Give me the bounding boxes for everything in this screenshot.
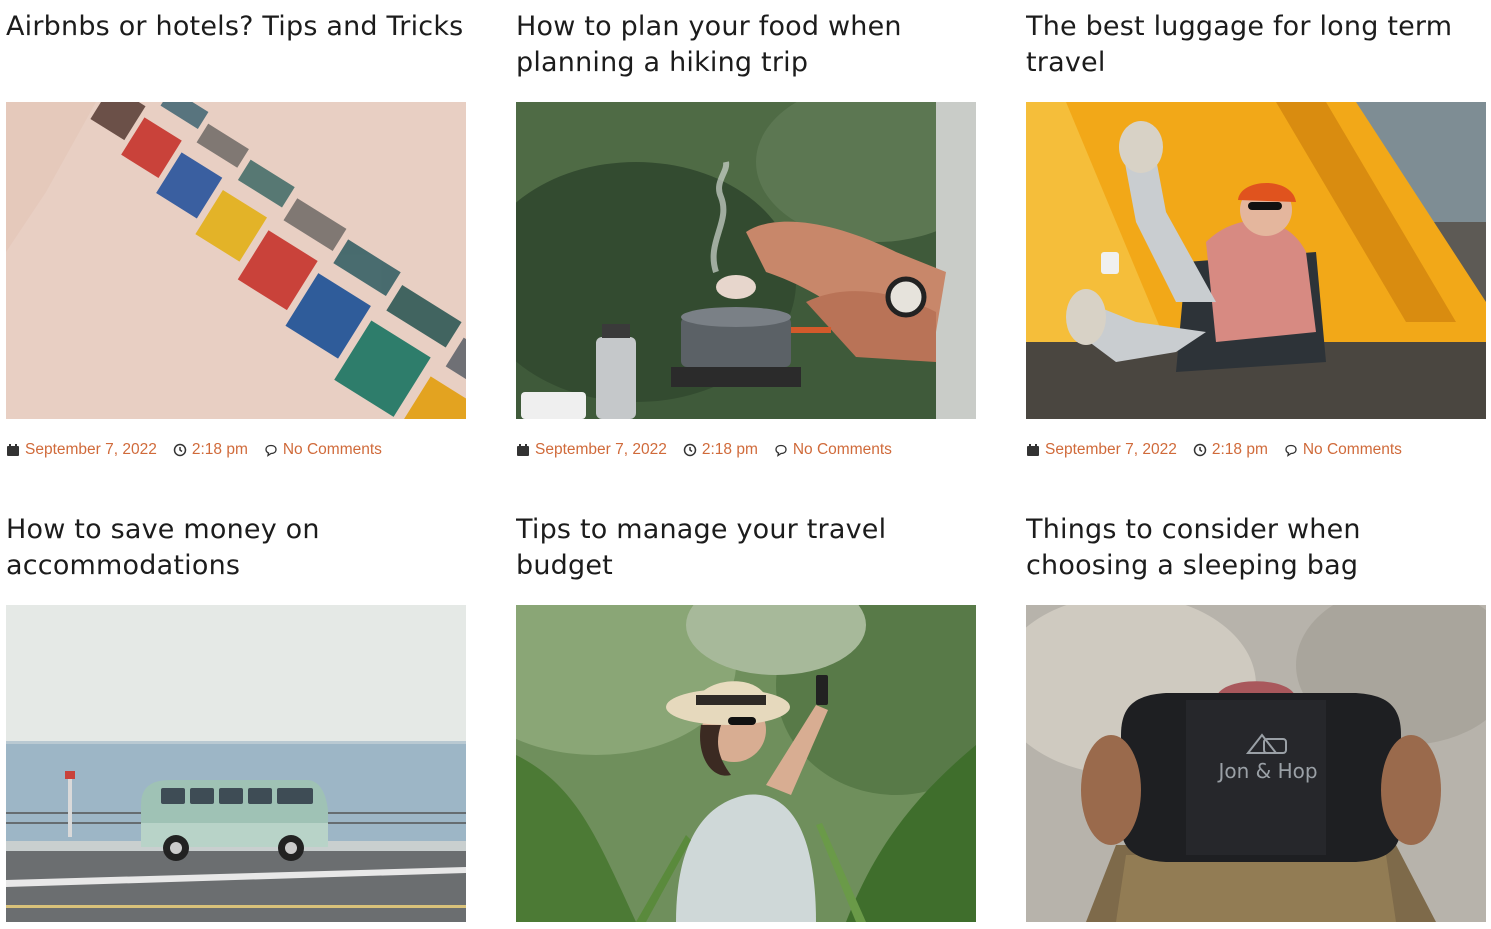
post-date-link[interactable]: September 7, 2022 (25, 441, 157, 459)
post-comments[interactable]: No Comments (774, 441, 892, 459)
post-comments-link[interactable]: No Comments (793, 441, 892, 459)
post-time-text: 2:18 pm (191, 441, 248, 458)
sleeping-bag-image: Jon & Hop (1026, 605, 1486, 922)
blog-post-card: How to plan your food when planning a hi… (516, 9, 976, 458)
woman-hat-plants-image (516, 605, 976, 922)
calendar-icon (7, 444, 19, 456)
comment-icon (265, 444, 277, 457)
post-date-link[interactable]: September 7, 2022 (1045, 441, 1177, 459)
calendar-icon (1027, 444, 1039, 456)
clock-icon (1193, 443, 1207, 457)
post-thumbnail[interactable]: Jon & Hop (1026, 605, 1486, 922)
post-thumbnail[interactable] (6, 605, 466, 922)
post-date[interactable]: September 7, 2022 (1026, 441, 1177, 459)
post-time-text: 2:18 pm (1211, 441, 1268, 458)
svg-text:Jon & Hop: Jon & Hop (1216, 759, 1317, 783)
post-date[interactable]: September 7, 2022 (516, 441, 667, 459)
post-meta: September 7, 2022 2:18 pm No Comments (6, 440, 466, 460)
post-thumbnail[interactable] (516, 605, 976, 922)
post-title[interactable]: Tips to manage your travel budget (516, 512, 976, 584)
blog-post-card: How to save money on accommodations (6, 512, 466, 922)
post-time: 2:18 pm (1193, 441, 1268, 459)
blog-post-card: Things to consider when choosing a sleep… (1026, 512, 1486, 922)
post-title[interactable]: The best luggage for long term travel (1026, 9, 1486, 81)
blog-post-card: Tips to manage your travel budget (516, 512, 976, 922)
comment-icon (775, 444, 787, 457)
post-thumbnail[interactable] (6, 102, 466, 419)
post-time: 2:18 pm (683, 441, 758, 459)
post-time: 2:18 pm (173, 441, 248, 459)
post-comments[interactable]: No Comments (1284, 441, 1402, 459)
calendar-icon (517, 444, 529, 456)
post-meta: September 7, 2022 2:18 pm No Comments (1026, 440, 1486, 460)
post-date[interactable]: September 7, 2022 (6, 441, 157, 459)
post-title[interactable]: How to save money on accommodations (6, 512, 466, 584)
post-title[interactable]: How to plan your food when planning a hi… (516, 9, 976, 81)
post-thumbnail[interactable] (1026, 102, 1486, 419)
comment-icon (1285, 444, 1297, 457)
post-meta: September 7, 2022 2:18 pm No Comments (516, 440, 976, 460)
blog-post-card: The best luggage for long term travel Se… (1026, 9, 1486, 458)
blog-post-card: Airbnbs or hotels? Tips and Tricks Septe… (6, 9, 466, 458)
post-date-link[interactable]: September 7, 2022 (535, 441, 667, 459)
blog-post-grid: Airbnbs or hotels? Tips and Tricks Septe… (0, 0, 1491, 929)
post-title[interactable]: Things to consider when choosing a sleep… (1026, 512, 1486, 584)
clock-icon (683, 443, 697, 457)
beach-huts-image (6, 102, 466, 419)
post-time-text: 2:18 pm (701, 441, 758, 458)
vw-van-seaside-image (6, 605, 466, 922)
post-comments-link[interactable]: No Comments (283, 441, 382, 459)
post-title[interactable]: Airbnbs or hotels? Tips and Tricks (6, 9, 466, 81)
post-thumbnail[interactable] (516, 102, 976, 419)
post-comments-link[interactable]: No Comments (1303, 441, 1402, 459)
clock-icon (173, 443, 187, 457)
tent-camping-woman-image (1026, 102, 1486, 419)
post-comments[interactable]: No Comments (264, 441, 382, 459)
camp-stove-cooking-image (516, 102, 976, 419)
